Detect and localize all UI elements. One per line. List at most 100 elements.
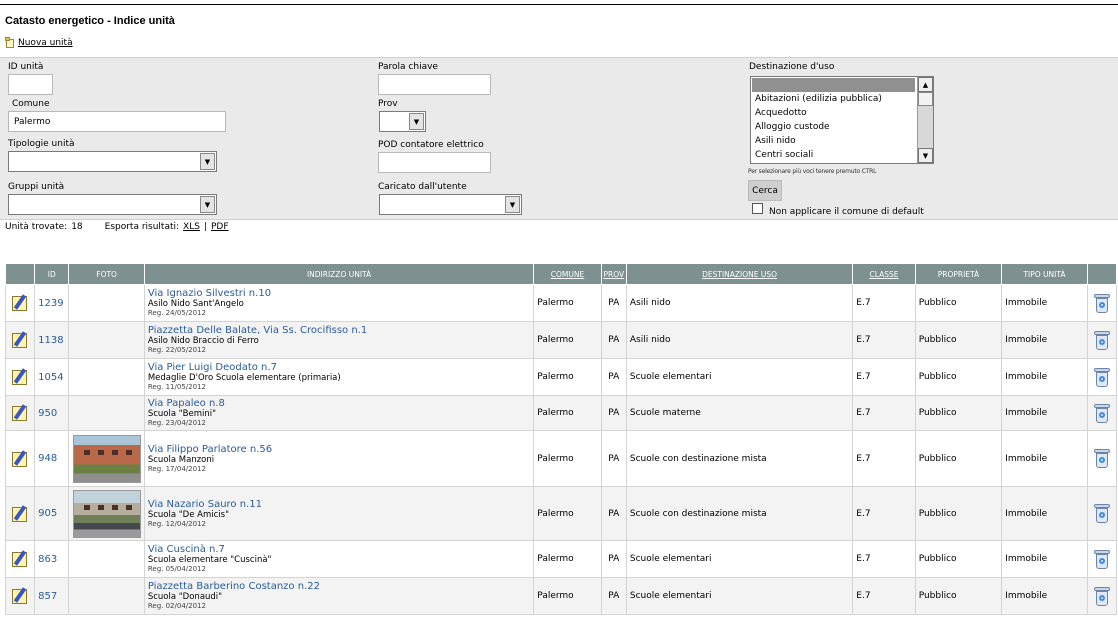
street-link[interactable]: Via Ignazio Silvestri n.10 <box>148 288 530 299</box>
results-summary: Unità trovate: 18 Esporta risultati: XLS… <box>5 222 229 232</box>
unit-id-link[interactable]: 905 <box>38 508 57 519</box>
search-button[interactable]: Cerca <box>748 180 782 201</box>
destinazione-option[interactable]: Centri sociali <box>751 148 933 162</box>
export-pdf-link[interactable]: PDF <box>211 222 229 232</box>
trash-icon[interactable] <box>1093 293 1111 314</box>
destinazione-listbox[interactable]: Abitazioni (edilizia pubblica) Acquedott… <box>750 76 934 164</box>
edit-icon[interactable] <box>11 294 29 312</box>
listbox-scrollbar[interactable]: ▲ ▼ <box>917 77 933 163</box>
trash-icon[interactable] <box>1093 448 1111 469</box>
multi-select-hint: Per selezionare più voci tenere premuto … <box>748 168 877 175</box>
no-default-label: Non applicare il comune di default <box>769 207 924 217</box>
address-cell: Via Nazario Sauro n.11 Scuola "De Amicis"… <box>143 486 535 541</box>
edit-icon[interactable] <box>11 550 29 568</box>
registration-date: Reg. 05/04/2012 <box>147 565 206 573</box>
building-photo[interactable] <box>72 434 141 483</box>
col-edit <box>4 263 36 285</box>
edit-icon[interactable] <box>11 331 29 349</box>
street-link[interactable]: Piazzetta Delle Balate, Via Ss. Crocifis… <box>148 325 530 336</box>
scroll-up-icon[interactable]: ▲ <box>918 77 933 92</box>
prov-select[interactable]: ▼ <box>379 111 426 132</box>
edit-icon[interactable] <box>11 504 29 523</box>
tipologie-select[interactable]: ▼ <box>8 151 217 172</box>
tipo-cell: Immobile <box>1001 430 1088 487</box>
comune-field[interactable]: Palermo <box>8 111 226 132</box>
destinazione-option[interactable] <box>752 78 915 92</box>
edit-icon[interactable] <box>11 404 29 422</box>
edit-icon[interactable] <box>11 449 29 468</box>
address-cell: Via Ignazio Silvestri n.10 Asilo Nido San… <box>143 284 535 322</box>
unit-description: Medaglie D'Oro Scuola elementare (primar… <box>147 373 341 383</box>
comune-cell: Palermo <box>533 430 602 487</box>
scrollbar-thumb[interactable] <box>918 92 933 106</box>
unit-id-link[interactable]: 857 <box>38 591 57 602</box>
trash-icon[interactable] <box>1093 549 1111 570</box>
building-photo[interactable] <box>72 489 141 538</box>
keyword-field[interactable] <box>378 74 491 95</box>
id-cell: 1138 <box>34 321 70 359</box>
street-link[interactable]: Via Cuscinà n.7 <box>148 544 530 555</box>
export-xls-link[interactable]: XLS <box>183 222 200 232</box>
destinazione-option[interactable]: Abitazioni (edilizia pubblica) <box>751 92 933 106</box>
edit-cell <box>4 358 36 396</box>
unit-id-link[interactable]: 1054 <box>38 372 63 383</box>
trash-icon[interactable] <box>1093 330 1111 351</box>
unit-id-link[interactable]: 1138 <box>38 335 63 346</box>
caricato-select[interactable]: ▼ <box>379 194 522 215</box>
unit-id-link[interactable]: 948 <box>38 453 57 464</box>
new-unit-link[interactable]: Nuova unità <box>5 37 73 48</box>
destinazione-cell: Scuole elementari <box>625 358 854 396</box>
col-destinazione[interactable]: DESTINAZIONE USO <box>625 263 854 285</box>
comune-cell: Palermo <box>533 540 602 578</box>
id-label: ID unità <box>8 62 44 72</box>
col-classe[interactable]: CLASSE <box>852 263 916 285</box>
street-link[interactable]: Via Nazario Sauro n.11 <box>148 499 530 510</box>
trash-icon[interactable] <box>1093 586 1111 607</box>
col-delete <box>1086 263 1118 285</box>
comune-cell: Palermo <box>533 577 602 615</box>
destinazione-cell: Asili nido <box>625 284 854 322</box>
trash-icon[interactable] <box>1093 403 1111 424</box>
edit-icon[interactable] <box>11 587 29 605</box>
results-table: ID FOTO INDIRIZZO UNITÀ COMUNE PROV DEST… <box>4 263 1118 615</box>
destinazione-option[interactable]: Alloggio custode <box>751 120 933 134</box>
table-row: 948 Via Filippo Parlatore n.56 Scuola Manz… <box>4 430 1118 487</box>
new-unit-label[interactable]: Nuova unità <box>18 38 73 48</box>
prov-cell: PA <box>600 358 627 396</box>
tipo-cell: Immobile <box>1001 358 1088 396</box>
col-comune[interactable]: COMUNE <box>533 263 602 285</box>
tipo-cell: Immobile <box>1001 321 1088 359</box>
classe-cell: E.7 <box>852 395 916 431</box>
id-field[interactable] <box>8 74 53 95</box>
delete-cell <box>1086 284 1118 322</box>
gruppi-select[interactable]: ▼ <box>8 194 217 215</box>
id-cell: 857 <box>34 577 70 615</box>
prov-cell: PA <box>600 430 627 487</box>
unit-id-link[interactable]: 950 <box>38 408 57 419</box>
proprieta-cell: Pubblico <box>914 430 1003 487</box>
edit-icon[interactable] <box>11 368 29 386</box>
street-link[interactable]: Via Papaleo n.8 <box>148 398 530 409</box>
comune-label: Comune <box>12 99 50 109</box>
trash-icon[interactable] <box>1093 503 1111 524</box>
edit-cell <box>4 430 36 487</box>
proprieta-cell: Pubblico <box>914 486 1003 541</box>
unit-id-link[interactable]: 863 <box>38 554 57 565</box>
destinazione-option[interactable]: Acquedotto <box>751 106 933 120</box>
destinazione-option[interactable]: Asili nido <box>751 134 933 148</box>
trash-icon[interactable] <box>1093 367 1111 388</box>
edit-cell <box>4 577 36 615</box>
top-divider <box>0 4 1118 5</box>
unit-id-link[interactable]: 1239 <box>38 298 63 309</box>
no-default-checkbox[interactable] <box>752 203 763 214</box>
street-link[interactable]: Via Pier Luigi Deodato n.7 <box>148 362 530 373</box>
col-prov[interactable]: PROV <box>600 263 627 285</box>
proprieta-cell: Pubblico <box>914 540 1003 578</box>
scroll-down-icon[interactable]: ▼ <box>918 148 933 163</box>
registration-date: Reg. 24/05/2012 <box>147 309 206 317</box>
street-link[interactable]: Via Filippo Parlatore n.56 <box>148 444 530 455</box>
street-link[interactable]: Piazzetta Barberino Costanzo n.22 <box>148 581 530 592</box>
pod-field[interactable] <box>378 152 491 173</box>
unit-description: Scuola "Bemini" <box>147 409 217 419</box>
prov-cell: PA <box>600 540 627 578</box>
